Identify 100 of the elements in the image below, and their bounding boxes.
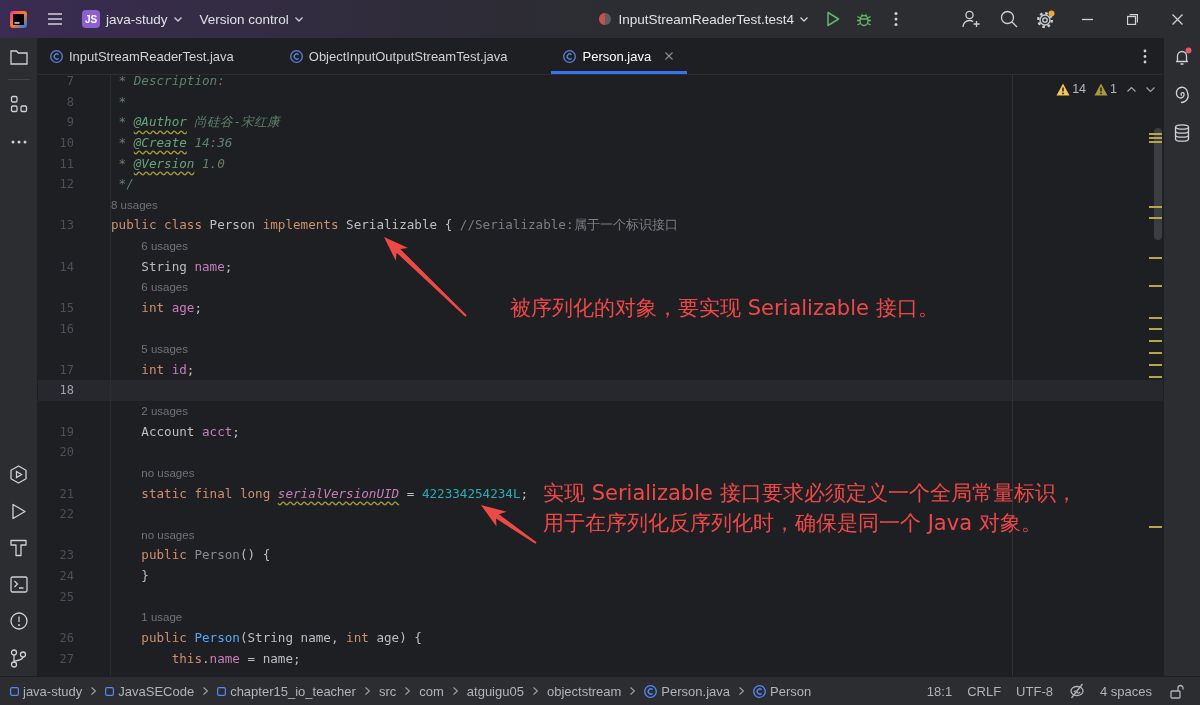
- code-line: public Person(String name, int age) {: [141, 629, 422, 646]
- breadcrumb-item[interactable]: src: [378, 683, 397, 699]
- breadcrumb-item[interactable]: atguigu05: [466, 683, 524, 699]
- close-icon[interactable]: [665, 52, 674, 60]
- module-icon: [10, 686, 19, 696]
- warning-stripe-icon[interactable]: [1149, 256, 1162, 259]
- app-logo-icon[interactable]: [10, 10, 27, 28]
- editor-tab[interactable]: ObjectInputOutputStreamTest.java: [277, 38, 552, 74]
- lock-icon[interactable]: [1170, 683, 1185, 699]
- warning-stripe-icon[interactable]: [1149, 140, 1162, 143]
- warning-stripe-icon[interactable]: [1149, 132, 1162, 135]
- code-line: String name;: [141, 258, 233, 275]
- weak-warning-count[interactable]: 1: [1110, 82, 1117, 96]
- chevron-right-icon: [364, 687, 370, 695]
- code-line: * Description:: [118, 75, 225, 89]
- weak-warning-icon[interactable]: [1094, 82, 1109, 96]
- breadcrumb-item[interactable]: Person: [753, 683, 812, 699]
- warning-stripe-icon[interactable]: [1149, 205, 1162, 208]
- settings-gear-icon[interactable]: [1036, 9, 1055, 29]
- chevron-right-icon: [532, 687, 538, 695]
- module-icon: [105, 686, 115, 696]
- version-control-menu[interactable]: Version control: [191, 5, 311, 33]
- structure-icon[interactable]: [9, 95, 28, 113]
- line-number: 18: [59, 382, 74, 399]
- breadcrumb-item[interactable]: JavaSECode: [105, 683, 195, 699]
- module-icon: [217, 686, 227, 696]
- code-line: static final long serialVersionUID = 422334254234L;: [141, 485, 529, 502]
- usages-hint[interactable]: no usages: [141, 465, 195, 480]
- add-user-icon[interactable]: [962, 10, 981, 28]
- chevron-up-icon[interactable]: [1127, 86, 1136, 92]
- terminal-icon[interactable]: [9, 576, 28, 593]
- run-icon[interactable]: [10, 503, 27, 520]
- chevron-down-icon[interactable]: [1146, 86, 1155, 92]
- slashed-circle-icon[interactable]: [1068, 683, 1085, 699]
- usages-hint[interactable]: no usages: [141, 527, 195, 542]
- folder-icon[interactable]: [9, 49, 28, 65]
- code-line: int id;: [141, 361, 195, 378]
- more-horizontal-icon[interactable]: [10, 140, 27, 144]
- run-configuration-selector[interactable]: InputStreamReaderTest.test4: [594, 5, 812, 33]
- database-icon[interactable]: [1174, 124, 1190, 142]
- class-icon: [563, 49, 577, 63]
- services-icon[interactable]: [9, 465, 28, 484]
- usages-hint[interactable]: 8 usages: [111, 197, 158, 212]
- file-encoding[interactable]: UTF-8: [1016, 683, 1053, 699]
- usages-hint[interactable]: 6 usages: [141, 239, 188, 253]
- test-config-icon: [598, 12, 613, 26]
- warning-stripe-icon[interactable]: [1149, 352, 1162, 355]
- chevron-right-icon: [452, 687, 458, 695]
- project-selector[interactable]: JS java-study: [78, 5, 186, 33]
- warning-icon[interactable]: [1056, 82, 1071, 96]
- warning-stripe-icon[interactable]: [1149, 327, 1162, 330]
- code-line: * @Create 14:36: [118, 134, 233, 151]
- class-icon: [753, 684, 766, 698]
- spiral-icon[interactable]: [1173, 86, 1191, 104]
- breadcrumb-item[interactable]: java-study: [10, 683, 83, 699]
- indent-setting[interactable]: 4 spaces: [1099, 683, 1152, 699]
- code-line: * @Author 尚硅谷-宋红康: [118, 114, 280, 131]
- debug-bug-icon[interactable]: [856, 11, 872, 27]
- editor-tab[interactable]: InputStreamReaderTest.java: [38, 38, 278, 74]
- scrollbar-thumb[interactable]: [1154, 128, 1162, 240]
- usages-hint[interactable]: 1 usage: [141, 610, 183, 625]
- warning-count[interactable]: 14: [1072, 82, 1087, 96]
- chevron-right-icon: [203, 687, 209, 695]
- code-line: *: [118, 93, 127, 110]
- line-separator[interactable]: CRLF: [967, 683, 1002, 699]
- code-line: public Person() {: [141, 547, 271, 564]
- restore-icon[interactable]: [1127, 13, 1138, 25]
- breadcrumb-item[interactable]: Person.java: [644, 683, 730, 699]
- breadcrumb-item[interactable]: com: [419, 683, 444, 699]
- chevron-right-icon: [405, 687, 411, 695]
- caret-position[interactable]: 18:1: [926, 683, 953, 699]
- breadcrumb-item[interactable]: chapter15_io_teacher: [217, 683, 356, 699]
- project-badge: JS: [82, 10, 100, 28]
- hammer-icon[interactable]: [10, 539, 27, 557]
- chevron-down-icon: [294, 16, 303, 22]
- close-icon[interactable]: [1172, 13, 1183, 25]
- class-icon: [50, 49, 63, 63]
- warning-stripe-icon[interactable]: [1149, 375, 1162, 378]
- code-line: * @Version 1.0: [118, 155, 225, 172]
- more-vertical-icon[interactable]: [1143, 48, 1147, 64]
- run-icon[interactable]: [826, 11, 840, 27]
- usages-hint[interactable]: 5 usages: [141, 342, 188, 357]
- warning-stripe-icon[interactable]: [1149, 217, 1162, 220]
- annotation-text: 被序列化的对象，要实现 Serializable 接口。: [510, 295, 939, 322]
- git-branch-icon[interactable]: [10, 649, 27, 668]
- menu-icon[interactable]: [47, 12, 63, 26]
- chevron-right-icon: [91, 687, 97, 695]
- usages-hint[interactable]: 6 usages: [141, 280, 188, 295]
- chevron-down-icon: [173, 16, 182, 22]
- breadcrumb-item[interactable]: objectstream: [546, 683, 622, 699]
- code-line: this.name = name;: [171, 650, 301, 667]
- warning-stripe-icon[interactable]: [1149, 316, 1162, 319]
- code-line: int age;: [141, 299, 203, 316]
- code-line: Account acct;: [141, 423, 240, 440]
- usages-hint[interactable]: 2 usages: [141, 404, 188, 418]
- class-icon: [289, 49, 303, 63]
- search-icon[interactable]: [1000, 10, 1018, 28]
- warning-stripe-icon[interactable]: [1149, 136, 1162, 139]
- more-vertical-icon[interactable]: [894, 11, 898, 27]
- problems-icon[interactable]: [9, 612, 28, 630]
